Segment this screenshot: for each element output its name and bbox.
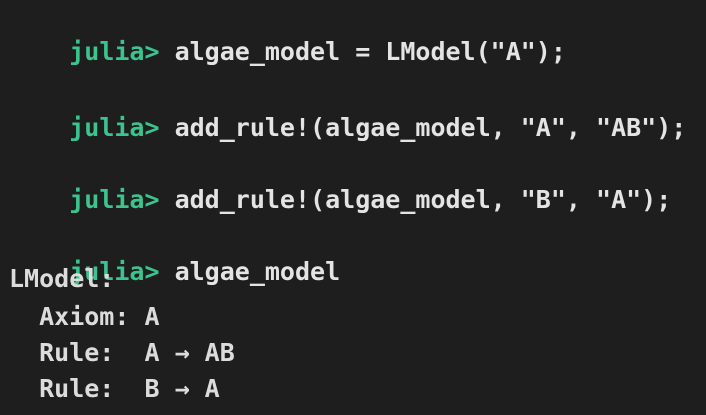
command-text: add_rule!(algae_model, "B", "A");: [174, 185, 672, 214]
command-text: algae_model: [174, 257, 341, 286]
input-line-2: julia> add_rule!(algae_model, "A", "AB")…: [9, 83, 686, 142]
output-line-1: LModel:: [9, 264, 115, 293]
julia-prompt: julia>: [69, 185, 175, 214]
input-line-1: julia> algae_model = LModel("A");: [9, 7, 566, 66]
julia-prompt: julia>: [69, 113, 175, 142]
terminal-window[interactable]: julia> algae_model = LModel("A"); julia>…: [0, 0, 706, 415]
output-line-2: Axiom: A: [9, 302, 160, 331]
input-line-4: julia> algae_model: [9, 227, 340, 286]
output-line-4: Rule: B → A: [9, 374, 220, 403]
command-text: algae_model = LModel("A");: [174, 37, 566, 66]
julia-prompt: julia>: [69, 37, 175, 66]
output-line-3: Rule: A → AB: [9, 338, 235, 367]
command-text: add_rule!(algae_model, "A", "AB");: [174, 113, 687, 142]
input-line-3: julia> add_rule!(algae_model, "B", "A");: [9, 155, 671, 214]
